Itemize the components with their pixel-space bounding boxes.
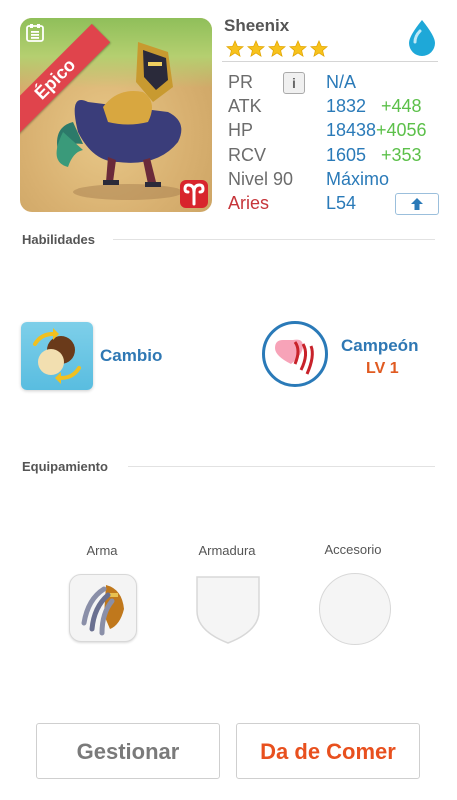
zodiac-label: Aries bbox=[228, 193, 270, 213]
claw-weapon-icon bbox=[81, 585, 124, 636]
skill-cambio-label[interactable]: Cambio bbox=[100, 346, 162, 366]
monster-name: Sheenix bbox=[224, 16, 290, 35]
star-icon bbox=[289, 40, 307, 57]
atk-bonus: +448 bbox=[381, 96, 422, 116]
skill-campeon-label[interactable]: Campeón bbox=[341, 336, 418, 356]
atk-value: 1832 bbox=[326, 96, 367, 116]
accessory-slot[interactable] bbox=[319, 573, 391, 645]
arrow-up-icon bbox=[411, 198, 423, 210]
water-drop-icon bbox=[409, 20, 435, 56]
rcv-bonus: +353 bbox=[381, 145, 422, 165]
aries-icon bbox=[183, 183, 205, 206]
skills-section-title: Habilidades bbox=[22, 232, 95, 247]
slot-armor-label: Armadura bbox=[198, 543, 256, 558]
star-icon bbox=[268, 40, 286, 57]
hp-value: 18438 bbox=[326, 120, 377, 140]
feed-button[interactable]: Da de Comer bbox=[236, 723, 420, 779]
star-rating bbox=[226, 40, 328, 58]
shield-icon bbox=[196, 576, 260, 644]
level-value: Máximo bbox=[326, 169, 390, 189]
level-label: Nivel 90 bbox=[228, 169, 294, 189]
card-menu-icon[interactable] bbox=[26, 24, 44, 42]
slot-accessory-label: Accesorio bbox=[324, 542, 382, 557]
zodiac-badge bbox=[180, 180, 208, 208]
manage-button[interactable]: Gestionar bbox=[36, 723, 220, 779]
equipment-divider bbox=[128, 466, 435, 467]
skill-campeon-icon[interactable] bbox=[262, 321, 328, 387]
skill-cambio-icon[interactable] bbox=[21, 322, 93, 390]
heart-claw-icon bbox=[275, 339, 314, 375]
rcv-value: 1605 bbox=[326, 145, 367, 165]
rcv-label: RCV bbox=[228, 145, 267, 165]
weapon-slot[interactable] bbox=[69, 574, 137, 642]
monster-portrait[interactable]: Épico bbox=[20, 18, 212, 212]
upgrade-button[interactable] bbox=[395, 193, 439, 215]
header-divider bbox=[222, 61, 438, 62]
pr-label: PR bbox=[228, 72, 254, 92]
equipment-section-title: Equipamiento bbox=[22, 459, 108, 474]
star-icon bbox=[247, 40, 265, 57]
star-icon bbox=[226, 40, 244, 57]
skills-divider bbox=[113, 239, 435, 240]
hp-bonus: +4056 bbox=[376, 120, 427, 140]
slot-weapon-label: Arma bbox=[86, 543, 118, 558]
swap-orbs-icon bbox=[33, 328, 81, 384]
hp-label: HP bbox=[228, 120, 254, 140]
armor-slot[interactable] bbox=[193, 573, 263, 650]
skill-campeon-level: LV 1 bbox=[366, 360, 399, 377]
pr-value: N/A bbox=[326, 72, 357, 92]
atk-label: ATK bbox=[228, 96, 262, 116]
zodiac-level-value: L54 bbox=[326, 193, 357, 213]
info-button[interactable]: i bbox=[283, 72, 305, 94]
star-icon bbox=[310, 40, 328, 57]
